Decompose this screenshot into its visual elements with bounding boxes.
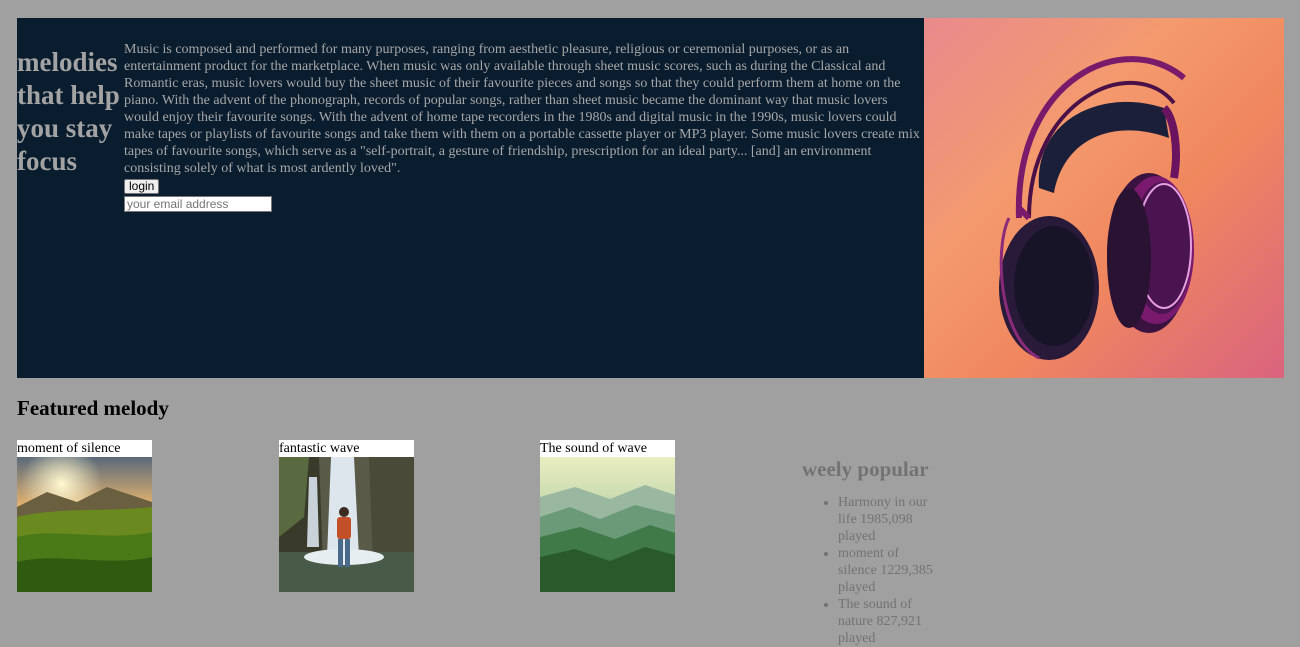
list-item: moment of silence 1229,385 played [838,545,938,596]
email-field[interactable] [124,196,272,212]
waterfall-image[interactable] [279,457,414,592]
popular-list: Harmony in our life 1985,098 played mome… [802,494,942,647]
card-label: moment of silence [17,440,152,457]
hero-banner: melodies that help you stay focus Music … [17,18,1284,378]
card-label: The sound of wave [540,440,675,457]
hero-title: melodies that help you stay focus [17,47,120,176]
featured-card[interactable]: The sound of wave [540,440,675,592]
login-button[interactable]: login [124,179,160,194]
featured-title: Featured melody [17,396,169,420]
featured-card[interactable]: fantastic wave [279,440,414,592]
sunrise-meadow-image[interactable] [17,457,152,592]
hero-body: Music is composed and performed for many… [124,41,924,212]
hero-description: Music is composed and performed for many… [124,42,920,176]
list-item: The sound of nature 827,921 played [838,596,938,647]
popular-title: weely popular [802,457,929,481]
weekly-popular: weely popular Harmony in our life 1985,0… [802,455,942,647]
headphones-image [924,18,1284,378]
card-label: fantastic wave [279,440,414,457]
list-item: Harmony in our life 1985,098 played [838,494,938,545]
green-mountains-image[interactable] [540,457,675,592]
featured-card[interactable]: moment of silence [17,440,152,592]
